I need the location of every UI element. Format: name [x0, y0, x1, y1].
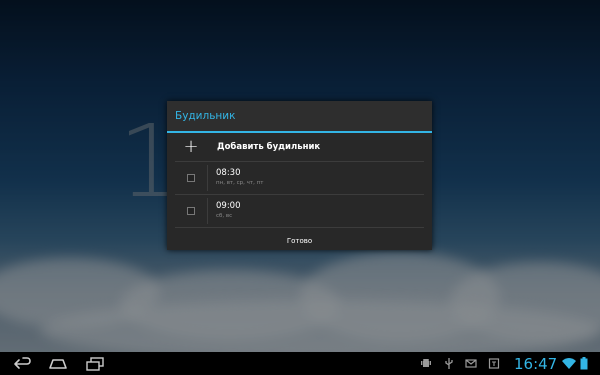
alarm-info: 09:00 сб, вс: [216, 201, 241, 221]
android-debug-icon: [421, 359, 431, 367]
alarm-list-item[interactable]: 08:30 пн, вт, ср, чт, пт: [175, 162, 424, 195]
alarm-info: 08:30 пн, вт, ср, чт, пт: [216, 168, 263, 188]
system-bar: 16:47: [0, 352, 600, 375]
alarm-days: сб, вс: [216, 213, 233, 219]
alarm-toggle[interactable]: [175, 198, 208, 224]
usb-icon: [445, 358, 453, 369]
done-button[interactable]: Готово: [167, 229, 432, 253]
plus-icon: +: [183, 136, 199, 157]
home-icon[interactable]: [47, 355, 69, 372]
add-alarm-label: Добавить будильник: [217, 142, 321, 152]
dialog-title: Будильник: [167, 101, 432, 133]
battery-icon: [580, 357, 588, 370]
recent-apps-icon[interactable]: [84, 355, 106, 372]
alarm-days: пн, вт, ср, чт, пт: [216, 180, 264, 186]
checkbox-icon: [187, 174, 195, 182]
alarm-dialog: Будильник + Добавить будильник 08:30 пн,…: [167, 101, 432, 250]
alarm-time: 08:30: [216, 168, 241, 178]
alarm-time: 09:00: [216, 201, 241, 211]
add-alarm-button[interactable]: + Добавить будильник: [175, 133, 424, 162]
alarm-list-item[interactable]: 09:00 сб, вс: [175, 195, 424, 228]
back-icon[interactable]: [12, 355, 34, 372]
calendar-icon: [488, 358, 500, 369]
gmail-icon: [465, 359, 477, 368]
checkbox-icon: [187, 207, 195, 215]
alarm-toggle[interactable]: [175, 165, 208, 191]
status-clock[interactable]: 16:47: [514, 353, 557, 375]
wifi-icon: [562, 358, 576, 369]
